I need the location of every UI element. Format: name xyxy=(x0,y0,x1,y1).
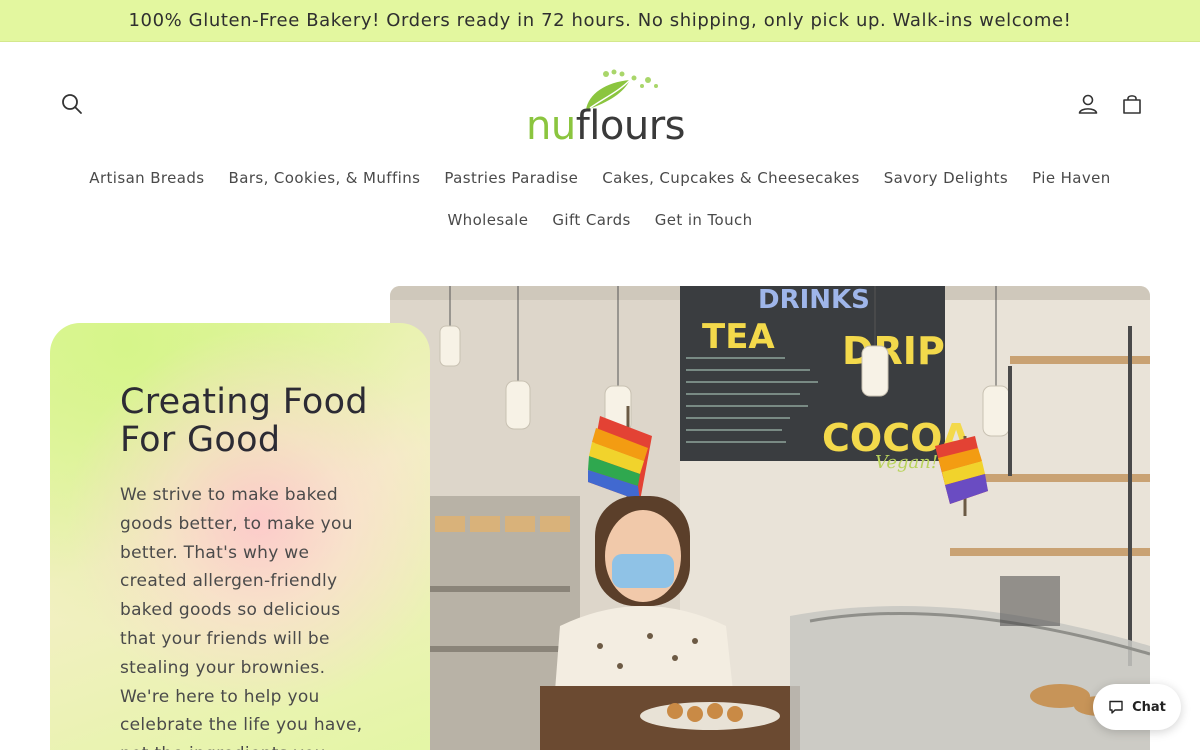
main-navigation: Artisan Breads Bars, Cookies, & Muffins … xyxy=(0,160,1200,238)
nav-item-get-in-touch[interactable]: Get in Touch xyxy=(655,211,753,229)
site-logo[interactable]: nuflours xyxy=(526,68,686,146)
nav-item-cakes-cupcakes-cheesecakes[interactable]: Cakes, Cupcakes & Cheesecakes xyxy=(602,169,859,187)
hero-text-card: Creating Food For Good We strive to make… xyxy=(50,323,430,750)
logo-part-flours: flours xyxy=(575,103,686,149)
search-button[interactable] xyxy=(52,84,92,124)
announcement-text: 100% Gluten-Free Bakery! Orders ready in… xyxy=(128,10,1072,31)
nav-row-secondary: Wholesale Gift Cards Get in Touch xyxy=(0,202,1200,238)
bag-icon xyxy=(1123,95,1141,114)
logo-wordmark: nuflours xyxy=(526,103,686,149)
nav-item-artisan-breads[interactable]: Artisan Breads xyxy=(89,169,204,187)
chalkboard-vegan: Vegan! xyxy=(875,452,938,473)
account-button[interactable] xyxy=(1068,84,1108,124)
hero-image-bakery-counter: DRINKS TEA DRIP COCOA Vegan! xyxy=(390,286,1150,750)
chat-bubble-icon xyxy=(1109,700,1123,714)
chalkboard-tea: TEA xyxy=(702,317,775,357)
nav-row-primary: Artisan Breads Bars, Cookies, & Muffins … xyxy=(0,160,1200,196)
chat-button[interactable]: Chat xyxy=(1093,684,1181,730)
logo-part-nu: nu xyxy=(526,103,576,149)
cart-button[interactable] xyxy=(1112,84,1152,124)
search-icon xyxy=(62,94,82,114)
announcement-bar: 100% Gluten-Free Bakery! Orders ready in… xyxy=(0,0,1200,42)
site-header: nuflours xyxy=(0,42,1200,162)
nav-item-wholesale[interactable]: Wholesale xyxy=(447,211,528,229)
nav-item-pie-haven[interactable]: Pie Haven xyxy=(1032,169,1111,187)
chat-label: Chat xyxy=(1132,699,1166,715)
bakery-photo-illustration: DRINKS TEA DRIP COCOA Vegan! xyxy=(390,286,1150,750)
nav-item-bars-cookies-muffins[interactable]: Bars, Cookies, & Muffins xyxy=(229,169,421,187)
chalkboard-drip: DRIP xyxy=(842,329,945,373)
hero-title: Creating Food For Good xyxy=(120,382,368,460)
hero-description: We strive to make baked goods better, to… xyxy=(120,485,363,750)
chalkboard-heading: DRINKS xyxy=(758,286,870,315)
nav-item-gift-cards[interactable]: Gift Cards xyxy=(552,211,630,229)
user-icon xyxy=(1078,94,1098,114)
nav-item-pastries-paradise[interactable]: Pastries Paradise xyxy=(444,169,578,187)
nav-item-savory-delights[interactable]: Savory Delights xyxy=(884,169,1008,187)
